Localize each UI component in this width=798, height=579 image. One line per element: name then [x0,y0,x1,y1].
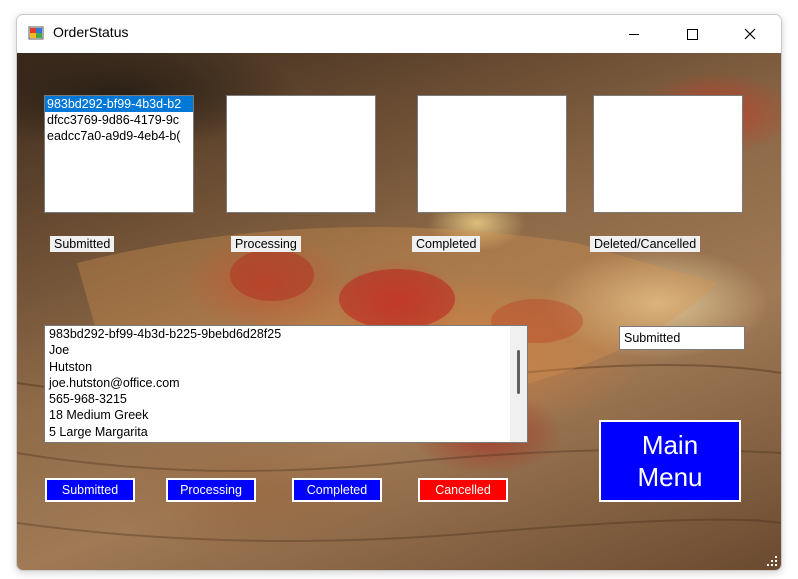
detail-scrollbar[interactable] [510,326,527,442]
submitted-button[interactable]: Submitted [45,478,135,502]
completed-label: Completed [412,236,481,252]
processing-button[interactable]: Processing [166,478,256,502]
maximize-button[interactable] [663,15,721,53]
main-menu-label-line2: Menu [637,462,703,492]
list-item[interactable]: 983bd292-bf99-4b3d-b2 [45,96,193,112]
window-title: OrderStatus [53,24,129,40]
title-bar[interactable]: OrderStatus [17,15,781,53]
processing-orders-list[interactable] [226,95,376,213]
email-line: joe.hutston@office.com [49,375,180,390]
list-item[interactable]: dfcc3769-9d86-4179-9c [45,112,193,128]
cancelled-button[interactable]: Cancelled [418,478,508,502]
form-client-area: 983bd292-bf99-4b3d-b2 dfcc3769-9d86-4179… [17,53,781,570]
list-item[interactable]: eadcc7a0-a9d9-4eb4-b( [45,128,193,144]
main-menu-label-line1: Main [641,430,699,460]
main-menu-button[interactable]: Main Menu [599,420,741,502]
close-icon [744,28,756,40]
processing-label: Processing [231,236,301,252]
order-status-window: OrderStatus 983bd292-bf99-4b3d-b2 dfcc37… [16,14,782,571]
order-id-line: 983bd292-bf99-4b3d-b225-9bebd6d28f25 [49,327,282,341]
close-button[interactable] [721,15,779,53]
order-item-line: 18 Medium Greek [49,408,149,423]
resize-grip-icon[interactable] [766,555,778,567]
submitted-label: Submitted [50,236,115,252]
maximize-icon [687,29,698,40]
first-name-line: Joe [49,343,70,358]
order-status-textbox[interactable]: Submitted [619,326,745,350]
completed-button[interactable]: Completed [292,478,382,502]
last-name-line: Hutston [49,359,93,374]
app-icon [28,26,44,40]
completed-orders-list[interactable] [417,95,567,213]
minimize-icon [629,34,639,35]
submitted-orders-list[interactable]: 983bd292-bf99-4b3d-b2 dfcc3769-9d86-4179… [44,95,194,213]
phone-line: 565-968-3215 [49,392,127,407]
minimize-button[interactable] [605,15,663,53]
order-item-line: 5 Large Margarita [49,424,148,439]
order-detail-textbox[interactable]: 983bd292-bf99-4b3d-b225-9bebd6d28f25 Joe… [44,325,528,443]
deleted-cancelled-orders-list[interactable] [593,95,743,213]
deleted-cancelled-label: Deleted/Cancelled [590,236,701,252]
scrollbar-thumb[interactable] [517,350,520,394]
